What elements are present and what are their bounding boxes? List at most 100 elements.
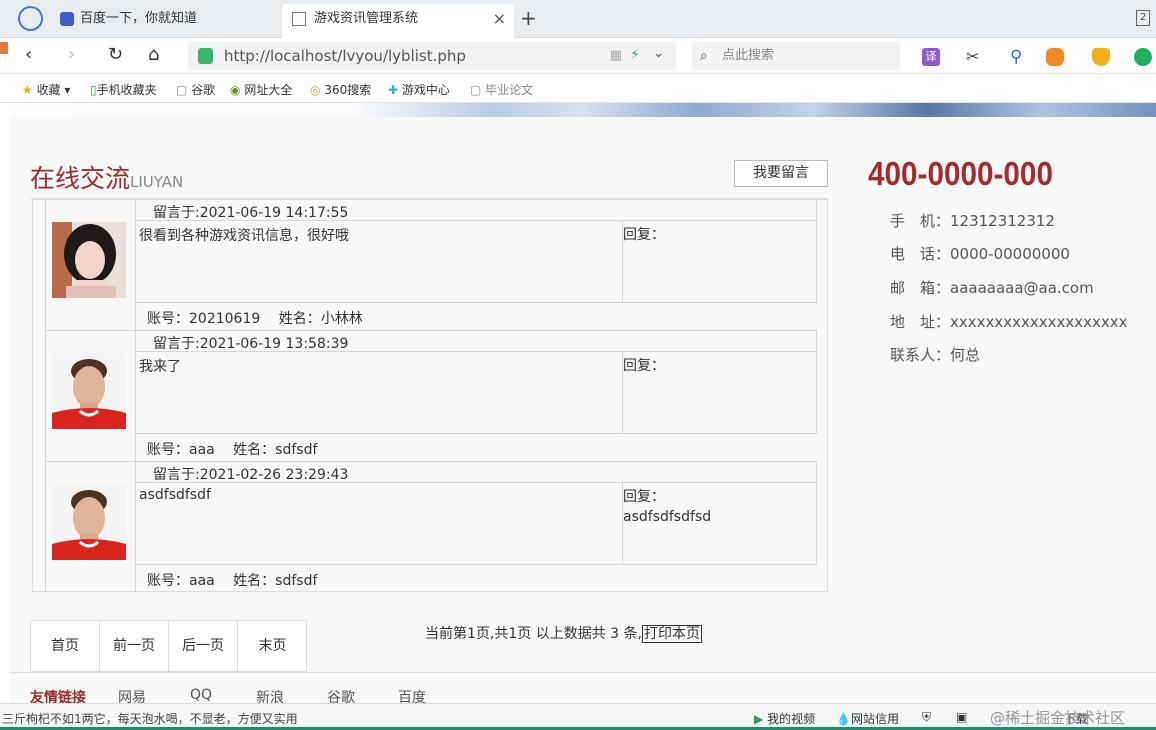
bookmark-label: 收藏 (36, 83, 61, 97)
search-input[interactable]: ⌕ 点此搜索 (692, 42, 900, 70)
page-title: 在线交流LIUYAN (30, 159, 183, 195)
scissors-icon[interactable]: ✂ (966, 48, 984, 66)
avatar (52, 353, 126, 429)
print-page-button[interactable]: 打印本页 (641, 625, 702, 643)
browser-compass-icon[interactable] (18, 6, 43, 31)
header-banner-image (10, 103, 1156, 117)
message-author-info: 账号：aaa 姓名：sdfsdf (147, 442, 318, 458)
message-item: 留言于:2021-06-19 13:58:39 我来了 回复： 账号：aaa 姓… (33, 331, 829, 462)
message-content-cell (135, 352, 623, 434)
star-icon: ★ (22, 83, 33, 97)
pagination: 首页 前一页 后一页 末页 (30, 620, 307, 672)
contact-tel: 电 话：0000-00000000 (890, 245, 1070, 263)
bookmark-google[interactable]: ▢ 谷歌 (176, 81, 215, 98)
row-divider (45, 462, 46, 593)
bookmark-url-directory[interactable]: ◉ 网址大全 (230, 81, 292, 98)
reply-label: 回复： (623, 227, 665, 243)
page-info: 当前第1页,共1页 以上数据共 3 条, 打印本页 (425, 623, 702, 643)
status-credit-label: 网站信用 (850, 712, 899, 726)
bookmark-label: 谷歌 (191, 83, 216, 97)
leave-message-button[interactable]: 我要留言 (734, 160, 828, 187)
secure-shield-icon (198, 48, 213, 64)
close-tab-icon[interactable]: × (493, 4, 506, 34)
reply-label: 回复： (623, 489, 665, 505)
game-icon: ✚ (388, 83, 399, 97)
status-video-label: 我的视频 (767, 712, 816, 726)
reply-content: asdfsdfsdfsd (623, 509, 712, 525)
bookmark-label: 360搜索 (324, 83, 372, 97)
bookmark-mobile[interactable]: ▯手机收藏夹 (90, 81, 157, 98)
qr-code-icon[interactable]: ▦ (610, 48, 622, 63)
page-content: 在线交流LIUYAN 我要留言 400-0000-000 手 机：1231231… (10, 117, 1156, 706)
contact-email: 邮 箱：aaaaaaaa@aa.com (890, 279, 1094, 297)
bookmark-label: 手机收藏夹 (96, 83, 157, 97)
status-bar: 三斤枸杞不如1两它，每天泡水喝，不显老，方便又实用 ▶ 我的视频 💧网站信用 ⛨… (0, 703, 1156, 730)
message-author-info: 账号：aaa 姓名：sdfsdf (147, 573, 318, 589)
phone-icon: ▯ (90, 83, 97, 97)
bookmarks-bar: ★ 收藏 ▾ ▯手机收藏夹 ▢ 谷歌 ◉ 网址大全 ◎ 360搜索 ✚ 游戏中心… (0, 75, 1156, 103)
game-controller-icon[interactable] (1046, 48, 1064, 66)
avatar (52, 484, 126, 560)
side-tag (0, 42, 8, 54)
bookmark-favorites[interactable]: ★ 收藏 ▾ (22, 81, 70, 98)
tab-count-badge[interactable]: 2 (1136, 10, 1150, 26)
status-video[interactable]: ▶ 我的视频 (754, 710, 815, 727)
url-field[interactable]: http://localhost/lvyou/lyblist.php ▦ ⚡ ⌄ (188, 42, 676, 70)
left-page-edge (0, 103, 10, 703)
status-ad-text[interactable]: 三斤枸杞不如1两它，每天泡水喝，不显老，方便又实用 (2, 710, 298, 727)
url-text: http://localhost/lvyou/lyblist.php (224, 47, 466, 65)
avatar-man-photo (52, 353, 126, 429)
tab-title: 游戏资讯管理系统 (314, 11, 419, 26)
next-page-button[interactable]: 后一页 (169, 621, 238, 671)
message-content: 很看到各种游戏资讯信息，很好哦 (139, 228, 349, 244)
bookmark-label: 毕业论文 (485, 83, 534, 97)
magnifier-icon[interactable]: ⚲ (1010, 48, 1028, 66)
bookmark-thesis[interactable]: ▢ 毕业论文 (470, 81, 533, 98)
message-item: 留言于:2021-06-19 14:17:55 很看到各种游戏资讯信息，很好哦 … (33, 200, 829, 331)
shield-icon[interactable]: ⛨ (922, 710, 931, 725)
search-360-icon: ◎ (310, 83, 321, 97)
page-info-text: 当前第1页,共1页 以上数据共 3 条, (425, 626, 642, 642)
footer-divider (10, 672, 1156, 673)
message-timestamp: 留言于:2021-06-19 13:58:39 (153, 336, 349, 352)
tab-baidu[interactable]: 百度一下，你就知道 (50, 4, 280, 38)
first-page-button[interactable]: 首页 (31, 621, 100, 671)
forward-button[interactable]: › (68, 44, 75, 65)
last-page-button[interactable]: 末页 (238, 621, 307, 671)
message-author-info: 账号：20210619 姓名：小林林 (147, 311, 363, 327)
globe-icon: ◉ (230, 83, 241, 97)
reply-block: 回复： (623, 225, 665, 245)
contact-address: 地 址：xxxxxxxxxxxxxxxxxxxx (890, 313, 1128, 331)
friend-link[interactable]: QQ (190, 687, 212, 703)
bookmark-360-search[interactable]: ◎ 360搜索 (310, 81, 371, 98)
avatar (52, 222, 126, 298)
message-content: 我来了 (139, 359, 181, 375)
bookmark-game-center[interactable]: ✚ 游戏中心 (388, 81, 450, 98)
search-placeholder: 点此搜索 (722, 48, 775, 63)
lightning-icon[interactable]: ⚡ (630, 47, 640, 63)
page-title-sub: LIUYAN (130, 173, 184, 191)
chevron-down-icon[interactable]: ⌄ (653, 46, 664, 61)
address-bar-row: ‹ › ↻ ⌂ http://localhost/lvyou/lyblist.p… (0, 38, 1156, 74)
row-divider (45, 331, 46, 462)
reload-button[interactable]: ↻ (108, 44, 123, 65)
translate-icon[interactable]: 译 (922, 48, 940, 66)
home-button[interactable]: ⌂ (148, 44, 159, 65)
message-item: 留言于:2021-02-26 23:29:43 asdfsdfsdf 回复： a… (33, 462, 829, 593)
shield-coin-icon[interactable] (1092, 48, 1110, 66)
page-icon (292, 12, 306, 26)
prev-page-button[interactable]: 前一页 (100, 621, 169, 671)
status-credit[interactable]: 💧网站信用 (836, 710, 899, 727)
message-timestamp: 留言于:2021-06-19 14:17:55 (153, 205, 349, 221)
image-icon[interactable]: ▣ (956, 710, 967, 724)
play-icon: ▶ (754, 712, 764, 726)
tab-title: 百度一下，你就知道 (80, 11, 198, 26)
back-button[interactable]: ‹ (25, 44, 32, 65)
tab-game-news[interactable]: 游戏资讯管理系统 × (282, 4, 514, 38)
extension-icon[interactable] (1134, 48, 1152, 66)
new-tab-button[interactable]: + (520, 6, 537, 30)
bookmark-label: 游戏中心 (401, 83, 450, 97)
avatar-girl-photo (52, 222, 126, 298)
browser-tab-bar: 百度一下，你就知道 游戏资讯管理系统 × + 2 (0, 0, 1156, 38)
reply-label: 回复： (623, 358, 665, 374)
